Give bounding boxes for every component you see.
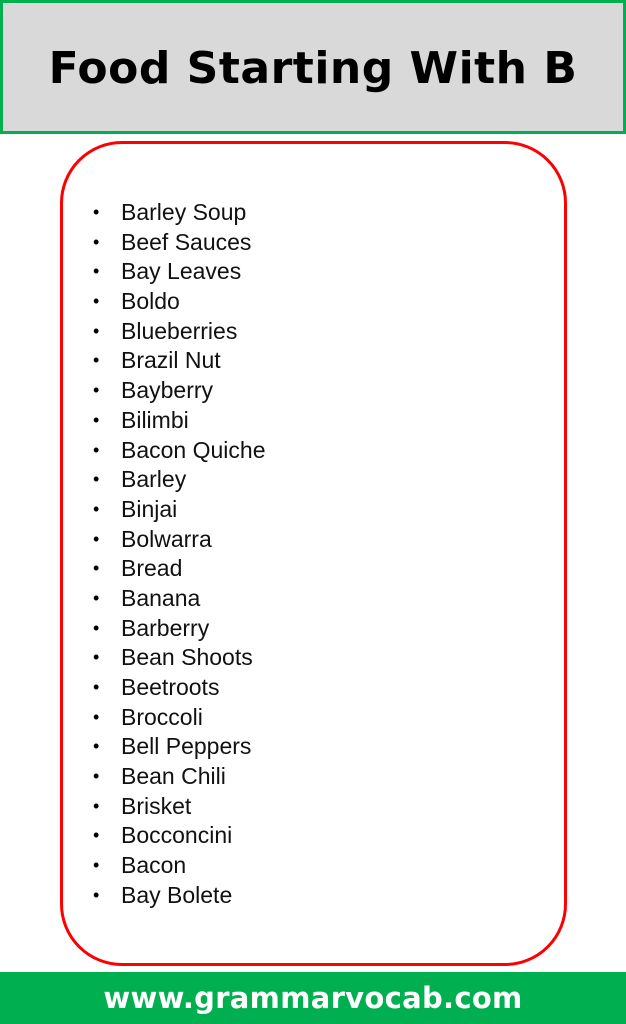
food-name: Beetroots <box>121 674 220 700</box>
list-item: • Broccoli <box>92 703 265 733</box>
bullet-icon: • <box>93 320 100 341</box>
list-item: • Beef Sauces <box>92 228 265 258</box>
food-name: Barley Soup <box>121 199 247 225</box>
food-name: Binjai <box>121 495 178 522</box>
bullet-icon: • <box>93 766 100 787</box>
list-item: • Barberry <box>92 614 265 644</box>
bullet-icon: • <box>93 380 100 401</box>
food-name: Bilimbi <box>121 406 189 433</box>
food-name: Boldo <box>121 288 180 315</box>
bullet-icon: • <box>93 825 100 846</box>
list-item: • Bacon <box>92 851 265 881</box>
bullet-icon: • <box>93 677 100 697</box>
bullet-icon: • <box>93 231 100 252</box>
bullet-icon: • <box>93 706 100 727</box>
food-name: Brisket <box>121 792 192 819</box>
bullet-icon: • <box>93 855 100 876</box>
bullet-icon: • <box>93 647 100 668</box>
food-name: Blueberries <box>121 317 238 344</box>
food-name: Bolwarra <box>121 525 212 552</box>
list-item: • Bilimbi <box>92 406 265 436</box>
bullet-icon: • <box>93 202 100 222</box>
food-name: Bayberry <box>121 377 214 404</box>
bullet-icon: • <box>93 884 100 905</box>
bullet-icon: • <box>93 409 100 430</box>
list-item: • Bocconcini <box>92 821 265 851</box>
list-item: • Bread <box>92 554 265 584</box>
footer-banner: www.grammarvocab.com <box>0 972 626 1024</box>
list-item: • Bolwarra <box>92 525 265 555</box>
food-name: Barberry <box>121 614 210 641</box>
list-item: • Bayberry <box>92 376 265 406</box>
bullet-icon: • <box>93 469 100 490</box>
food-name: Banana <box>121 584 201 611</box>
food-name: Bacon <box>121 852 187 879</box>
food-name: Bocconcini <box>121 822 233 849</box>
list-item: • Beetroots <box>92 673 265 703</box>
list-item: • Barley Soup <box>92 198 265 228</box>
page-title: Food Starting With B <box>48 42 578 94</box>
list-item: • Brazil Nut <box>92 346 265 376</box>
bullet-icon: • <box>93 350 100 371</box>
title-banner: Food Starting With B <box>0 0 626 134</box>
list-item: • Bean Chili <box>92 762 265 792</box>
list-item: • Bay Bolete <box>92 881 265 911</box>
list-item: • Brisket <box>92 792 265 822</box>
bullet-icon: • <box>93 261 100 282</box>
list-item: • Bacon Quiche <box>92 436 265 466</box>
bullet-icon: • <box>93 587 100 608</box>
bullet-icon: • <box>93 795 100 816</box>
food-name: Bacon Quiche <box>121 436 266 463</box>
bullet-icon: • <box>93 528 100 549</box>
bullet-icon: • <box>93 558 100 579</box>
bullet-icon: • <box>93 291 100 312</box>
food-name: Bean Chili <box>121 763 226 790</box>
food-name: Bell Peppers <box>121 733 252 760</box>
food-list: • Barley Soup • Beef Sauces • Bay Leaves • Bold… <box>92 198 265 911</box>
bullet-icon: • <box>93 736 100 757</box>
bullet-icon: • <box>93 617 100 638</box>
food-name: Bay Bolete <box>121 881 233 908</box>
website-link[interactable]: www.grammarvocab.com <box>103 981 522 1015</box>
food-name: Broccoli <box>121 703 203 730</box>
list-item: • Blueberries <box>92 317 265 347</box>
list-item: • Barley <box>92 465 265 495</box>
list-item: • Bay Leaves <box>92 257 265 287</box>
food-name: Bean Shoots <box>121 644 253 671</box>
list-item: • Binjai <box>92 495 265 525</box>
list-item: • Bell Peppers <box>92 732 265 762</box>
food-name: Barley <box>121 466 187 493</box>
list-item: • Bean Shoots <box>92 643 265 673</box>
food-name: Bread <box>121 555 183 582</box>
food-name: Beef Sauces <box>121 228 252 255</box>
list-item: • Banana <box>92 584 265 614</box>
food-name: Brazil Nut <box>121 347 221 374</box>
bullet-icon: • <box>93 439 100 460</box>
food-name: Bay Leaves <box>121 258 242 285</box>
list-item: • Boldo <box>92 287 265 317</box>
bullet-icon: • <box>93 498 100 519</box>
